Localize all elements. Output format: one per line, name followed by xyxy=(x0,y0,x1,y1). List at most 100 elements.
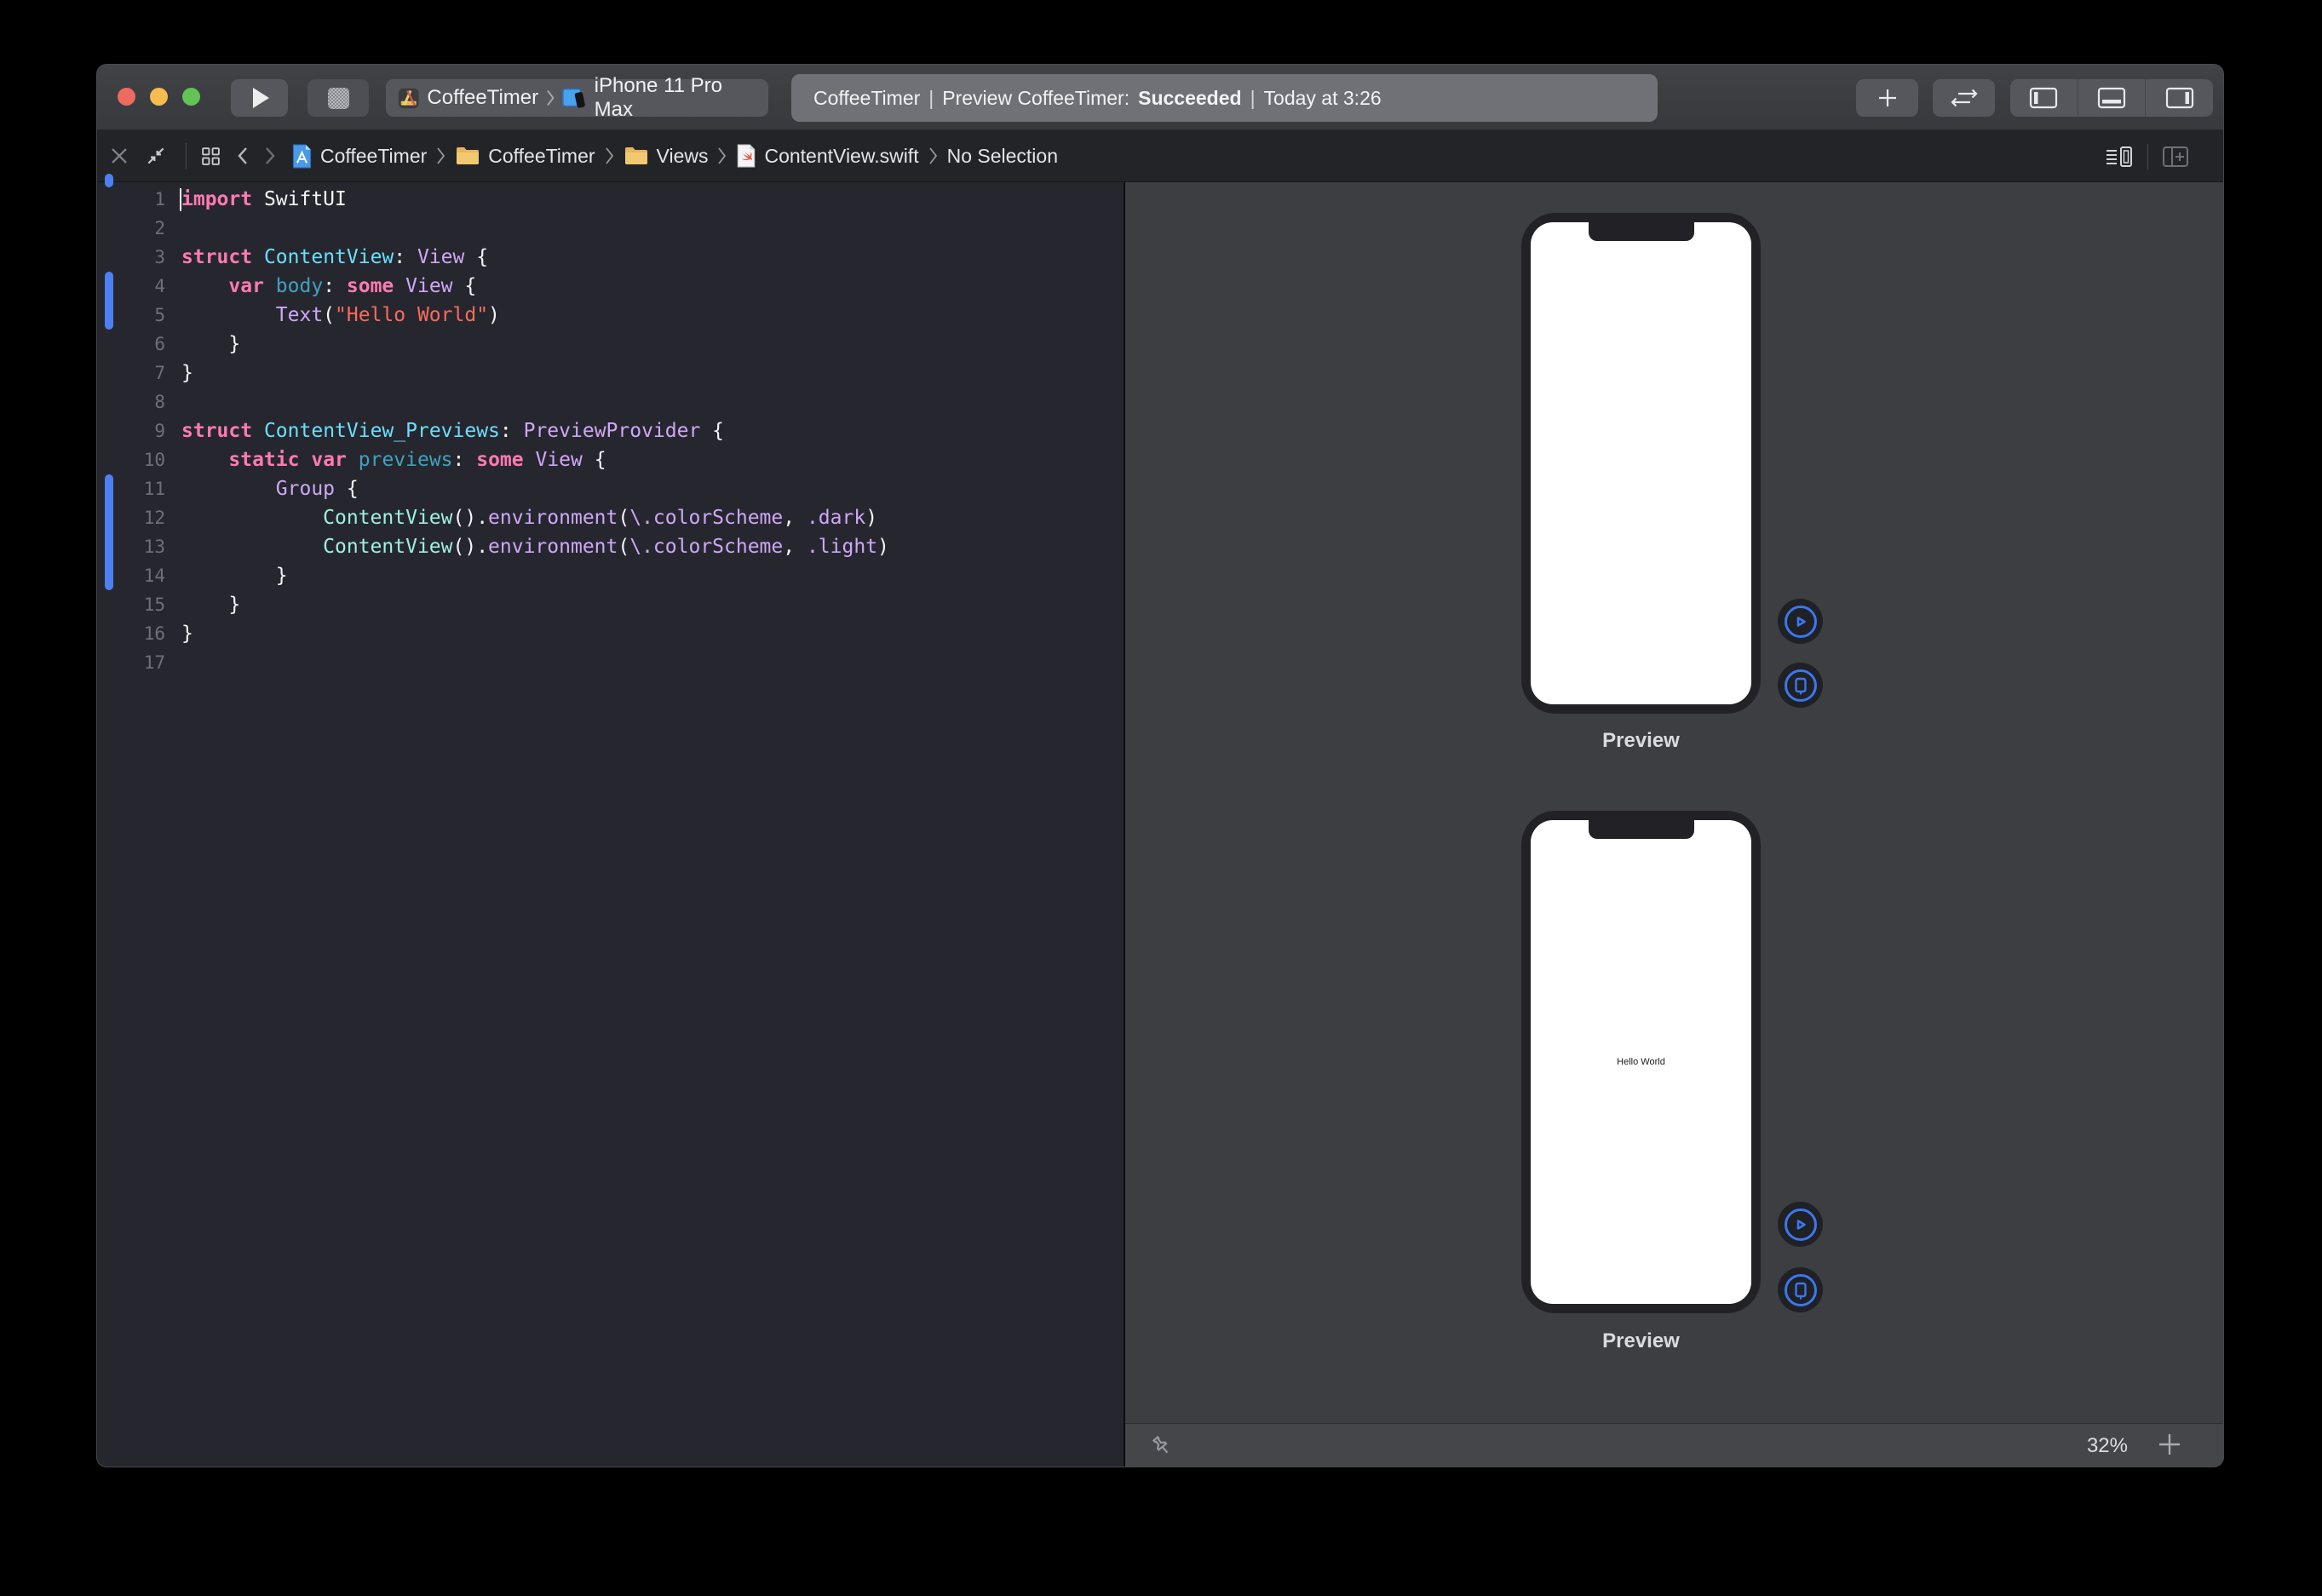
code-line[interactable]: 1import SwiftUI xyxy=(97,185,1124,214)
code-line[interactable]: 16} xyxy=(97,619,1124,648)
change-bar xyxy=(105,532,113,561)
code-line[interactable]: 11 Group { xyxy=(97,474,1124,503)
zoom-window-button[interactable] xyxy=(182,88,200,106)
close-editor-button[interactable] xyxy=(109,146,129,166)
preview-canvas: Preview Hello World Preview xyxy=(1124,182,2224,1467)
chevron-right-icon xyxy=(264,146,276,166)
device-preview-screen[interactable] xyxy=(1531,222,1751,704)
editor-options-button[interactable] xyxy=(2105,145,2134,169)
stop-button[interactable] xyxy=(307,79,369,117)
breadcrumb-selection[interactable]: No Selection xyxy=(947,145,1058,168)
code-text: } xyxy=(165,330,240,359)
line-number[interactable]: 17 xyxy=(97,648,165,677)
change-bar xyxy=(105,301,113,330)
navigate-forward-button[interactable] xyxy=(264,146,276,166)
line-number[interactable]: 7 xyxy=(97,359,165,388)
toggle-debug-area-button[interactable] xyxy=(2078,79,2146,117)
pin-preview-button[interactable] xyxy=(1149,1433,1175,1459)
device-notch xyxy=(1589,820,1694,839)
breadcrumb-group-views[interactable]: Views xyxy=(624,145,709,168)
code-line[interactable]: 6 } xyxy=(97,330,1124,359)
breadcrumb-chevron xyxy=(605,146,614,165)
code-line[interactable]: 12 ContentView().environment(\.colorSche… xyxy=(97,503,1124,532)
line-number[interactable]: 1 xyxy=(97,185,165,214)
toggle-inspector-button[interactable] xyxy=(2145,79,2213,117)
line-number[interactable]: 8 xyxy=(97,388,165,416)
preview-on-device-button[interactable] xyxy=(1778,1267,1823,1312)
line-number[interactable]: 6 xyxy=(97,330,165,359)
code-line[interactable]: 15 } xyxy=(97,590,1124,619)
live-preview-button[interactable] xyxy=(1778,1202,1823,1247)
code-line[interactable]: 9struct ContentView_Previews: PreviewPro… xyxy=(97,416,1124,445)
live-preview-button[interactable] xyxy=(1778,599,1823,644)
line-number[interactable]: 10 xyxy=(97,445,165,474)
code-line[interactable]: 8 xyxy=(97,388,1124,416)
status-project: CoffeeTimer xyxy=(813,87,920,110)
preview-label: Preview xyxy=(1521,1329,1761,1353)
code-text xyxy=(165,388,181,416)
pin-icon xyxy=(1149,1433,1175,1459)
line-number[interactable]: 16 xyxy=(97,619,165,648)
add-editor-icon xyxy=(2162,146,2189,168)
status-result: Succeeded xyxy=(1138,87,1241,110)
code-line[interactable]: 7} xyxy=(97,359,1124,388)
line-number[interactable]: 15 xyxy=(97,590,165,619)
close-window-button[interactable] xyxy=(118,88,135,106)
editor-swap-button[interactable] xyxy=(1933,79,1995,117)
canvas-bottom-bar: 32% xyxy=(1125,1423,2224,1467)
code-text: } xyxy=(165,619,193,648)
panel-toggle-group xyxy=(2010,79,2213,117)
swift-file-icon xyxy=(736,144,756,168)
device-icon xyxy=(1785,669,1817,702)
code-lines: 1import SwiftUI23struct ContentView: Vie… xyxy=(97,185,1124,677)
zoom-level: 32% xyxy=(2087,1434,2128,1458)
code-line[interactable]: 17 xyxy=(97,648,1124,677)
code-line[interactable]: 4 var body: some View { xyxy=(97,272,1124,301)
navigate-back-button[interactable] xyxy=(237,146,249,166)
code-line[interactable]: 5 Text("Hello World") xyxy=(97,301,1124,330)
chevron-right-icon xyxy=(546,89,555,107)
related-items-button[interactable] xyxy=(200,146,221,167)
stop-icon xyxy=(328,88,349,109)
add-editor-button[interactable] xyxy=(2162,146,2189,168)
code-line[interactable]: 14 } xyxy=(97,561,1124,590)
device-preview-screen[interactable]: Hello World xyxy=(1531,820,1751,1304)
line-number[interactable]: 3 xyxy=(97,243,165,272)
code-text xyxy=(165,214,181,243)
toggle-navigator-button[interactable] xyxy=(2010,79,2078,117)
code-text: Text("Hello World") xyxy=(165,301,500,330)
code-text: } xyxy=(165,590,240,619)
device-preview-frame[interactable] xyxy=(1521,213,1761,714)
library-button[interactable] xyxy=(1856,79,1918,117)
change-bar xyxy=(105,474,113,503)
preview-on-device-button[interactable] xyxy=(1778,663,1823,708)
scheme-selector[interactable]: CoffeeTimer iPhone 11 Pro Max xyxy=(386,79,768,117)
line-number[interactable]: 9 xyxy=(97,416,165,445)
code-text: struct ContentView: View { xyxy=(165,243,488,272)
breadcrumb-chevron xyxy=(928,146,938,165)
breadcrumb-group-coffeetimer[interactable]: CoffeeTimer xyxy=(455,145,595,168)
code-line[interactable]: 13 ContentView().environment(\.colorSche… xyxy=(97,532,1124,561)
swap-arrows-icon xyxy=(1949,89,1980,107)
run-button[interactable] xyxy=(231,79,288,117)
right-panel-icon xyxy=(2165,87,2194,109)
code-text: static var previews: some View { xyxy=(165,445,606,474)
code-line[interactable]: 3struct ContentView: View { xyxy=(97,243,1124,272)
code-line[interactable]: 10 static var previews: some View { xyxy=(97,445,1124,474)
activity-status-bar: CoffeeTimer | Preview CoffeeTimer: Succe… xyxy=(791,74,1658,122)
device-notch xyxy=(1589,222,1694,241)
breadcrumb-project[interactable]: CoffeeTimer xyxy=(291,144,427,169)
collapse-editor-button[interactable] xyxy=(145,145,167,167)
zoom-in-button[interactable] xyxy=(2157,1432,2182,1461)
minimize-window-button[interactable] xyxy=(150,88,168,106)
plus-icon xyxy=(2157,1432,2182,1457)
divider xyxy=(2147,144,2148,169)
code-line[interactable]: 2 xyxy=(97,214,1124,243)
scheme-device-label: iPhone 11 Pro Max xyxy=(595,74,756,122)
code-text xyxy=(165,648,181,677)
source-editor[interactable]: 1import SwiftUI23struct ContentView: Vie… xyxy=(97,182,1124,1467)
folder-icon xyxy=(624,146,649,166)
breadcrumb-file[interactable]: ContentView.swift xyxy=(736,144,918,168)
device-preview-frame[interactable]: Hello World xyxy=(1521,811,1761,1313)
line-number[interactable]: 2 xyxy=(97,214,165,243)
